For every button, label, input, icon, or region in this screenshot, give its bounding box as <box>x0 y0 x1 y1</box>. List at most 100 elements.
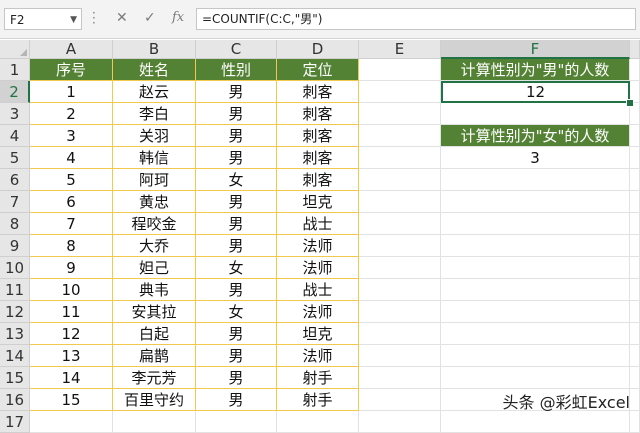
grid-cell[interactable] <box>630 345 640 367</box>
table-cell[interactable]: 刺客 <box>277 81 359 103</box>
table-cell[interactable]: 刺客 <box>277 125 359 147</box>
grid-cell[interactable] <box>359 389 441 411</box>
table-cell[interactable]: 李白 <box>113 103 196 125</box>
table-cell[interactable]: 程咬金 <box>113 213 196 235</box>
table-cell[interactable]: 法师 <box>277 301 359 323</box>
grid-cell[interactable] <box>441 301 630 323</box>
row-header-7[interactable]: 7 <box>0 191 30 213</box>
table-cell[interactable]: 1 <box>30 81 113 103</box>
table-cell[interactable]: 8 <box>30 235 113 257</box>
grid-cell[interactable] <box>630 323 640 345</box>
row-header-16[interactable]: 16 <box>0 389 30 411</box>
table-cell[interactable]: 阿珂 <box>113 169 196 191</box>
grid-cell[interactable] <box>359 125 441 147</box>
grid-cell[interactable] <box>113 411 196 433</box>
enter-icon[interactable]: ✓ <box>144 10 156 26</box>
grid-cell[interactable] <box>441 323 630 345</box>
grid-cell[interactable] <box>630 125 640 147</box>
grid-cell[interactable] <box>441 235 630 257</box>
grid-cell[interactable] <box>441 257 630 279</box>
grid-cell[interactable] <box>630 367 640 389</box>
table-cell[interactable]: 刺客 <box>277 147 359 169</box>
table-cell[interactable]: 13 <box>30 345 113 367</box>
table-cell[interactable]: 法师 <box>277 235 359 257</box>
insert-function-icon[interactable]: fx <box>172 10 184 25</box>
table-cell[interactable]: 刺客 <box>277 103 359 125</box>
table-cell[interactable]: 6 <box>30 191 113 213</box>
table-cell[interactable]: 刺客 <box>277 169 359 191</box>
table-cell[interactable]: 战士 <box>277 213 359 235</box>
row-header-11[interactable]: 11 <box>0 279 30 301</box>
table-cell[interactable]: 韩信 <box>113 147 196 169</box>
row-header-12[interactable]: 12 <box>0 301 30 323</box>
table-header-cell[interactable]: 性别 <box>196 59 277 81</box>
grid-cell[interactable] <box>359 257 441 279</box>
table-cell[interactable]: 9 <box>30 257 113 279</box>
grid-cell[interactable] <box>30 411 113 433</box>
grid-cell[interactable] <box>359 147 441 169</box>
grid-cell[interactable] <box>359 323 441 345</box>
grid-cell[interactable] <box>630 147 640 169</box>
table-cell[interactable]: 男 <box>196 81 277 103</box>
column-header-f[interactable]: F <box>441 40 630 59</box>
cancel-icon[interactable]: ✕ <box>116 10 128 26</box>
table-cell[interactable]: 法师 <box>277 345 359 367</box>
grid-cell[interactable] <box>359 411 441 433</box>
table-cell[interactable]: 10 <box>30 279 113 301</box>
row-header-9[interactable]: 9 <box>0 235 30 257</box>
row-header-8[interactable]: 8 <box>0 213 30 235</box>
table-cell[interactable]: 典韦 <box>113 279 196 301</box>
row-header-14[interactable]: 14 <box>0 345 30 367</box>
table-cell[interactable]: 男 <box>196 147 277 169</box>
table-header-cell[interactable]: 序号 <box>30 59 113 81</box>
row-header-4[interactable]: 4 <box>0 125 30 147</box>
grid-cell[interactable] <box>359 103 441 125</box>
grid-cell[interactable] <box>441 191 630 213</box>
row-header-1[interactable]: 1 <box>0 59 30 81</box>
grid-cell[interactable] <box>441 213 630 235</box>
grid-cell[interactable] <box>441 411 630 433</box>
grid-cell[interactable] <box>441 345 630 367</box>
grid-cell[interactable] <box>441 279 630 301</box>
grid-cell[interactable] <box>630 411 640 433</box>
table-cell[interactable]: 5 <box>30 169 113 191</box>
table-cell[interactable]: 女 <box>196 257 277 279</box>
row-header-15[interactable]: 15 <box>0 367 30 389</box>
grid-cell[interactable] <box>441 169 630 191</box>
table-cell[interactable]: 白起 <box>113 323 196 345</box>
grid-cell[interactable] <box>630 301 640 323</box>
grid-cell[interactable] <box>630 279 640 301</box>
table-cell[interactable]: 11 <box>30 301 113 323</box>
table-cell[interactable]: 12 <box>30 323 113 345</box>
table-cell[interactable]: 2 <box>30 103 113 125</box>
table-cell[interactable]: 男 <box>196 125 277 147</box>
row-header-17[interactable]: 17 <box>0 411 30 433</box>
table-cell[interactable]: 男 <box>196 323 277 345</box>
grid-cell[interactable] <box>441 367 630 389</box>
table-cell[interactable]: 4 <box>30 147 113 169</box>
table-cell[interactable]: 战士 <box>277 279 359 301</box>
grid-cell[interactable] <box>359 191 441 213</box>
grid-cell[interactable] <box>630 235 640 257</box>
grid-cell[interactable] <box>359 59 441 81</box>
grid-cell[interactable] <box>630 213 640 235</box>
table-cell[interactable]: 赵云 <box>113 81 196 103</box>
table-cell[interactable]: 射手 <box>277 389 359 411</box>
table-cell[interactable]: 大乔 <box>113 235 196 257</box>
chevron-down-icon[interactable]: ▼ <box>70 9 77 31</box>
grid-cell[interactable] <box>359 235 441 257</box>
table-cell[interactable]: 扁鹊 <box>113 345 196 367</box>
grid-cell[interactable] <box>630 169 640 191</box>
table-cell[interactable]: 男 <box>196 367 277 389</box>
grid-cell[interactable] <box>359 213 441 235</box>
table-header-cell[interactable]: 姓名 <box>113 59 196 81</box>
table-cell[interactable]: 男 <box>196 213 277 235</box>
grid-cell[interactable] <box>441 103 630 125</box>
grid-cell[interactable] <box>630 389 640 411</box>
table-cell[interactable]: 男 <box>196 345 277 367</box>
table-cell[interactable]: 女 <box>196 301 277 323</box>
column-header-d[interactable]: D <box>277 40 359 59</box>
table-cell[interactable]: 坦克 <box>277 323 359 345</box>
table-cell[interactable]: 百里守约 <box>113 389 196 411</box>
table-cell[interactable]: 男 <box>196 389 277 411</box>
